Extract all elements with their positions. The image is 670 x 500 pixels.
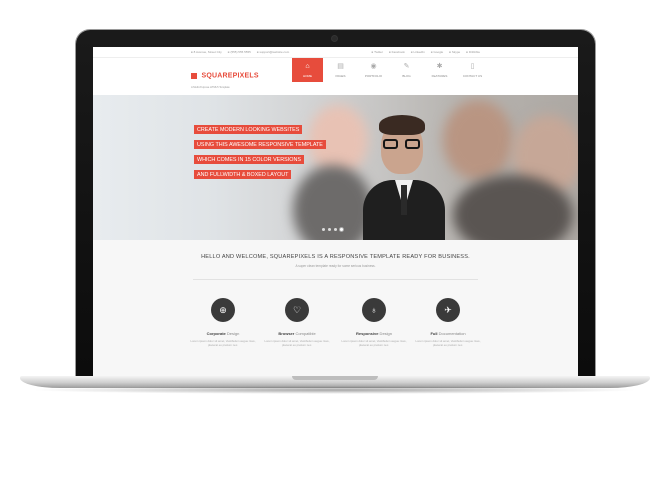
feature-text: Lorem ipsum dolor sit amet, Vestibulum a… <box>415 339 481 347</box>
site-header: SQUAREPIXELS A Multi-Purpose HTML5 Templ… <box>93 58 578 96</box>
welcome-title: HELLO AND WELCOME, SQUAREPIXELS IS A RES… <box>201 254 470 260</box>
feature-title: Corporate Design <box>186 331 260 336</box>
nav-label: PAGES <box>335 73 346 78</box>
slider-dot-active[interactable] <box>340 228 343 231</box>
slider-dot[interactable] <box>328 228 331 231</box>
feature-title-bold: Corporate <box>206 331 226 336</box>
nav-item-portfolio[interactable]: ◉ PORTFOLIO <box>358 58 389 82</box>
top-info-bar: 8 Avenue, Street City (555) 555 5555 sup… <box>93 47 578 58</box>
phone-icon: ▯ <box>470 62 475 70</box>
slider-dot[interactable] <box>334 228 337 231</box>
feature-corporate: ⊕ Corporate Design Lorem ipsum dolor sit… <box>186 298 260 347</box>
gear-icon: ✱ <box>436 62 443 70</box>
feature-title-rest: Design <box>225 331 240 336</box>
nav-label: FEATURES <box>431 73 448 78</box>
feature-responsive: ♁ Responsive Design Lorem ipsum dolor si… <box>337 298 411 347</box>
skype-link[interactable]: Skype <box>449 50 460 54</box>
feature-title: Browser Compatible <box>260 331 334 336</box>
feature-title-bold: Full <box>430 331 438 336</box>
feature-browser: ♡ Browser Compatible Lorem ipsum dolor s… <box>260 298 334 347</box>
hero-headline-line: WHICH COMES IN 15 COLOR VERSIONS <box>194 155 304 164</box>
site-logo[interactable]: SQUAREPIXELS A Multi-Purpose HTML5 Templ… <box>191 67 259 89</box>
feature-title-bold: Browser <box>278 331 295 336</box>
hero-headline-line: CREATE MODERN LOOKING WEBSITES <box>194 125 303 134</box>
feature-title: Responsive Design <box>337 331 411 336</box>
nav-item-features[interactable]: ✱ FEATURES <box>424 58 455 82</box>
feature-title-rest: Compatible <box>294 331 316 336</box>
camera-icon <box>332 36 337 41</box>
main-nav: ⌂ HOME ▤ PAGES ◉ PORTFOLIO ✎ BLOG ✱ FEAT… <box>292 58 490 82</box>
laptop-screen: 8 Avenue, Street City (555) 555 5555 sup… <box>93 47 578 376</box>
dribbble-link[interactable]: Dribbble <box>466 50 480 54</box>
logo-name: SQUAREPIXELS <box>201 72 259 80</box>
feature-title: Full Documentation <box>411 331 485 336</box>
feature-text: Lorem ipsum dolor sit amet, Vestibulum a… <box>341 339 407 347</box>
phone-text: (555) 555 5555 <box>228 50 250 54</box>
divider <box>193 279 478 280</box>
background-person-shape <box>443 100 513 180</box>
plane-icon[interactable]: ✈ <box>436 298 460 322</box>
facebook-link[interactable]: Facebook <box>389 50 405 54</box>
hero-slider[interactable]: CREATE MODERN LOOKING WEBSITES USING THI… <box>93 95 578 240</box>
feature-title-bold: Responsive <box>355 331 379 336</box>
feature-title-rest: Design <box>378 331 392 336</box>
nav-label: CONTACT US <box>462 73 483 78</box>
target-icon[interactable]: ⊕ <box>211 298 235 322</box>
home-icon: ⌂ <box>305 62 310 70</box>
pages-icon: ▤ <box>337 62 344 70</box>
feature-text: Lorem ipsum dolor sit amet, Vestibulum a… <box>264 339 330 347</box>
pencil-icon: ✎ <box>403 62 410 70</box>
heart-icon[interactable]: ♡ <box>285 298 309 322</box>
hero-headline-line: AND FULLWIDTH & BOXED LAYOUT <box>194 170 292 179</box>
feature-text: Lorem ipsum dolor sit amet, Vestibulum a… <box>190 339 256 347</box>
email-link[interactable]: support@website.com <box>257 50 289 54</box>
laptop-bezel: 8 Avenue, Street City (555) 555 5555 sup… <box>76 30 595 376</box>
linkedin-link[interactable]: LinkedIn <box>411 50 424 54</box>
camera-icon: ◉ <box>370 62 377 70</box>
nav-item-contact[interactable]: ▯ CONTACT US <box>457 58 488 82</box>
twitter-link[interactable]: Twitter <box>372 50 383 54</box>
laptop-shadow <box>30 386 640 394</box>
slider-dot[interactable] <box>322 228 325 231</box>
logo-mark-icon <box>191 72 197 79</box>
nav-label: HOME <box>303 73 312 78</box>
hero-headline-line: USING THIS AWESOME RESPONSIVE TEMPLATE <box>194 140 326 149</box>
feature-documentation: ✈ Full Documentation Lorem ipsum dolor s… <box>411 298 485 347</box>
person-tie <box>401 185 407 215</box>
google-link[interactable]: Google <box>431 50 443 54</box>
feature-title-rest: Documentation <box>437 331 466 336</box>
nav-item-home[interactable]: ⌂ HOME <box>292 58 323 82</box>
logo-tagline: A Multi-Purpose HTML5 Template <box>191 86 230 89</box>
welcome-section: HELLO AND WELCOME, SQUAREPIXELS IS A RES… <box>93 240 578 376</box>
slider-pagination <box>322 228 343 231</box>
nav-item-blog[interactable]: ✎ BLOG <box>391 58 422 82</box>
nav-label: PORTFOLIO <box>364 73 383 78</box>
person-hair <box>379 115 425 135</box>
nav-item-pages[interactable]: ▤ PAGES <box>325 58 356 82</box>
address-text: 8 Avenue, Street City <box>191 50 222 54</box>
welcome-subtitle: A super clean template ready for some se… <box>295 264 376 268</box>
glasses-icon <box>381 139 423 149</box>
nav-label: BLOG <box>402 73 411 78</box>
laptop-notch <box>292 376 378 380</box>
bulb-icon[interactable]: ♁ <box>362 298 386 322</box>
